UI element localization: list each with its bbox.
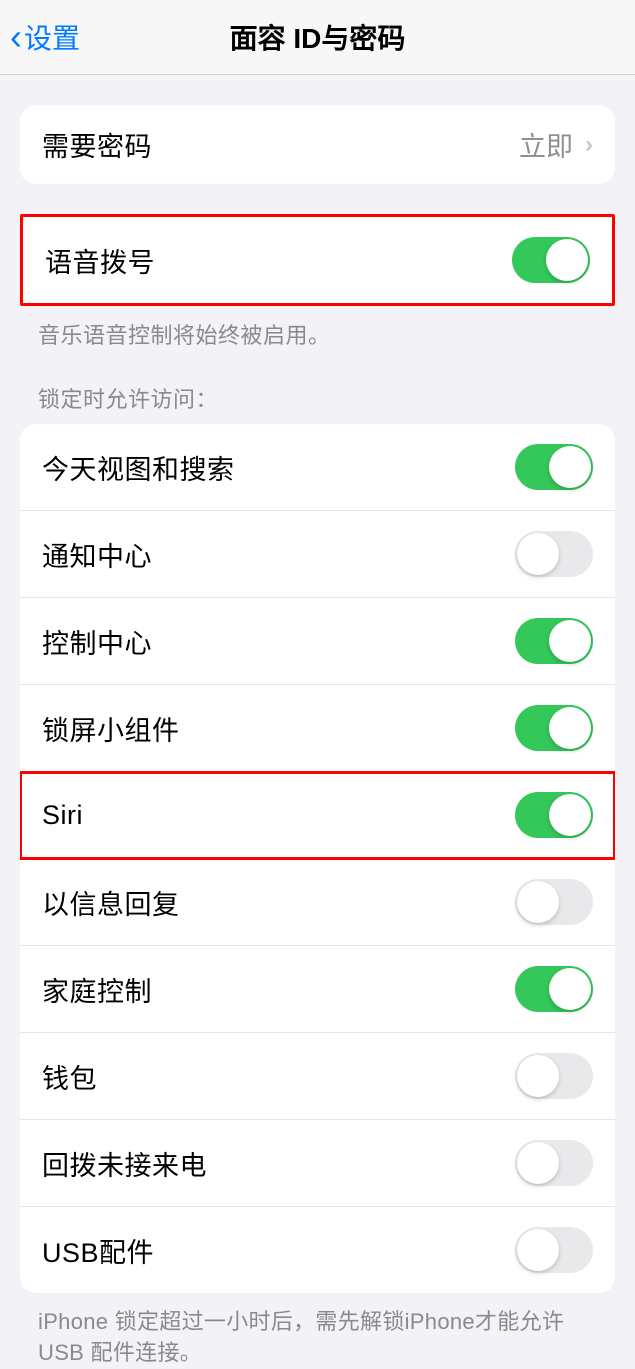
lock-access-toggle[interactable]: [515, 966, 593, 1012]
lock-access-label: 以信息回复: [42, 883, 180, 922]
lock-access-label: 今天视图和搜索: [42, 448, 235, 487]
voice-dial-toggle[interactable]: [512, 237, 590, 283]
lock-access-row: 通知中心: [20, 511, 615, 598]
lock-access-row: 锁屏小组件: [20, 685, 615, 772]
lock-access-row: 今天视图和搜索: [20, 424, 615, 511]
voice-dial-row: 语音拨号: [23, 217, 612, 303]
navigation-bar: ‹ 设置 面容 ID与密码: [0, 0, 635, 75]
passcode-section: 需要密码 立即 ›: [20, 105, 615, 184]
lock-access-row: 回拨未接来电: [20, 1120, 615, 1207]
lock-access-toggle[interactable]: [515, 705, 593, 751]
lock-access-label: USB配件: [42, 1231, 154, 1270]
lock-access-label: 通知中心: [42, 535, 152, 574]
lock-access-toggle[interactable]: [515, 444, 593, 490]
lock-access-row: 家庭控制: [20, 946, 615, 1033]
lock-access-label: 控制中心: [42, 622, 152, 661]
lock-access-section: 今天视图和搜索通知中心控制中心锁屏小组件 Siri 以信息回复家庭控制钱包回拨未接来…: [20, 424, 615, 1293]
chevron-right-icon: ›: [585, 131, 593, 159]
lock-access-toggle[interactable]: [515, 1053, 593, 1099]
lock-access-toggle[interactable]: [515, 879, 593, 925]
lock-access-label: 钱包: [42, 1057, 97, 1096]
lock-access-label: 家庭控制: [42, 970, 152, 1009]
lock-access-footer: iPhone 锁定超过一小时后，需先解锁iPhone才能允许USB 配件连接。: [0, 1293, 635, 1369]
lock-access-row: 钱包: [20, 1033, 615, 1120]
require-passcode-row[interactable]: 需要密码 立即 ›: [20, 105, 615, 184]
voice-dial-label: 语音拨号: [45, 241, 155, 280]
back-label: 设置: [24, 17, 80, 57]
page-title: 面容 ID与密码: [230, 17, 406, 57]
voice-dial-caption: 音乐语音控制将始终被启用。: [0, 306, 635, 350]
lock-access-toggle[interactable]: [515, 1227, 593, 1273]
lock-access-row: USB配件: [20, 1207, 615, 1293]
require-passcode-label: 需要密码: [42, 125, 152, 164]
lock-access-label: 锁屏小组件: [42, 709, 180, 748]
require-passcode-value: 立即: [519, 125, 573, 164]
lock-access-row: 控制中心: [20, 598, 615, 685]
chevron-left-icon: ‹: [10, 19, 22, 55]
lock-access-toggle[interactable]: [515, 1140, 593, 1186]
lock-access-label: Siri: [42, 800, 83, 831]
voice-dial-section: 语音拨号: [20, 214, 615, 306]
lock-access-row: 以信息回复: [20, 859, 615, 946]
lock-access-toggle[interactable]: [515, 618, 593, 664]
lock-access-row: Siri: [20, 772, 615, 859]
lock-access-toggle[interactable]: [515, 531, 593, 577]
back-button[interactable]: ‹ 设置: [0, 17, 80, 57]
lock-access-header: 锁定时允许访问：: [0, 350, 635, 424]
lock-access-toggle[interactable]: [515, 792, 593, 838]
lock-access-label: 回拨未接来电: [42, 1144, 207, 1183]
